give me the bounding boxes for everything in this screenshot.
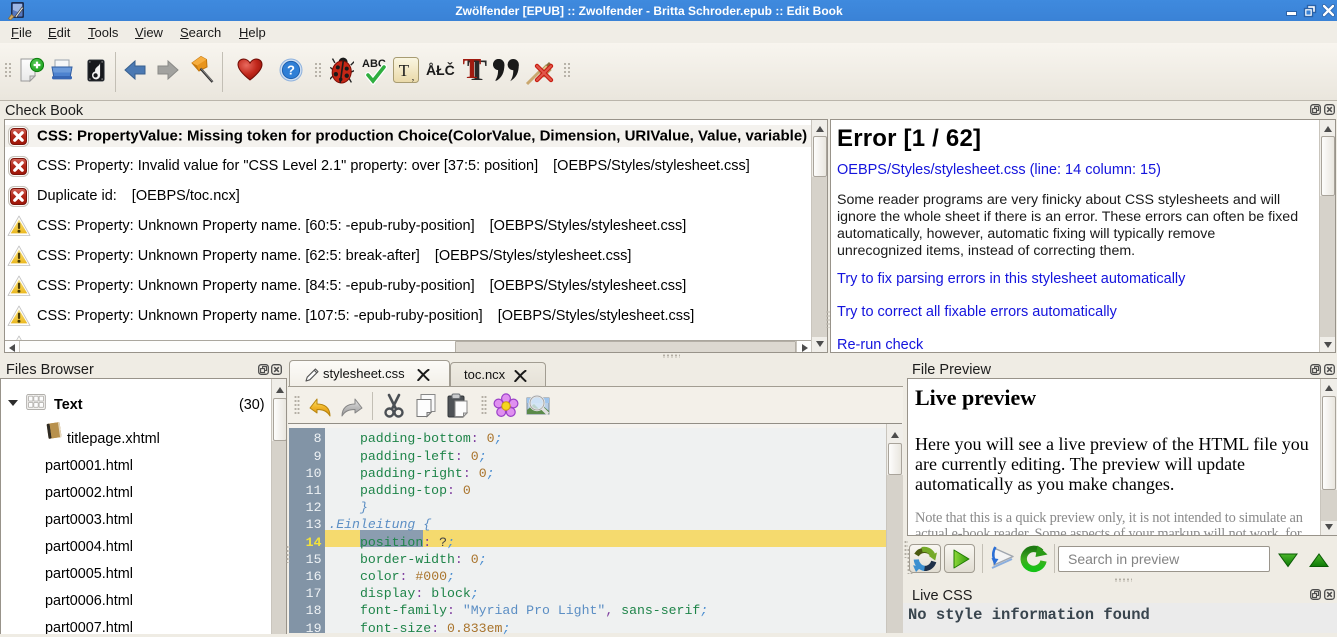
- svg-text:T: T: [463, 54, 482, 85]
- svg-text:,: ,: [412, 72, 415, 83]
- svg-text:?: ?: [287, 63, 295, 78]
- svg-text:T: T: [399, 61, 410, 80]
